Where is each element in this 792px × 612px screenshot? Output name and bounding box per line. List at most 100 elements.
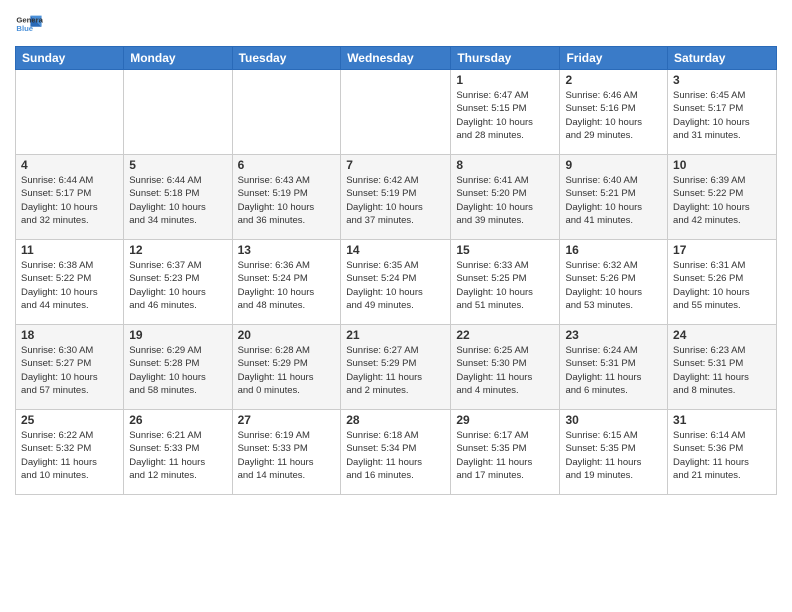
calendar-week-1: 1 Sunrise: 6:47 AM Sunset: 5:15 PM Daylig…: [16, 70, 777, 155]
calendar-header-row: SundayMondayTuesdayWednesdayThursdayFrid…: [16, 47, 777, 70]
svg-text:Blue: Blue: [16, 24, 33, 33]
day-info: Sunrise: 6:47 AM Sunset: 5:15 PM Dayligh…: [456, 89, 554, 142]
day-info: Sunrise: 6:41 AM Sunset: 5:20 PM Dayligh…: [456, 174, 554, 227]
logo-icon: General Blue: [15, 10, 43, 38]
day-info: Sunrise: 6:25 AM Sunset: 5:30 PM Dayligh…: [456, 344, 554, 397]
calendar-cell: 7 Sunrise: 6:42 AM Sunset: 5:19 PM Daylig…: [341, 155, 451, 240]
day-number: 19: [129, 328, 226, 342]
day-info: Sunrise: 6:23 AM Sunset: 5:31 PM Dayligh…: [673, 344, 771, 397]
day-number: 2: [565, 73, 662, 87]
day-number: 29: [456, 413, 554, 427]
day-number: 23: [565, 328, 662, 342]
calendar-cell: 6Sunrise: 6:43 AM Sunset: 5:19 PM Daylig…: [232, 155, 341, 240]
calendar-cell: 10Sunrise: 6:39 AM Sunset: 5:22 PM Dayli…: [668, 155, 777, 240]
day-number: 24: [673, 328, 771, 342]
calendar-cell: 27 Sunrise: 6:19 AM Sunset: 5:33 PM Dayli…: [232, 410, 341, 495]
calendar-cell: [341, 70, 451, 155]
calendar-cell: 29Sunrise: 6:17 AM Sunset: 5:35 PM Dayli…: [451, 410, 560, 495]
day-number: 22: [456, 328, 554, 342]
calendar-week-2: 4 Sunrise: 6:44 AM Sunset: 5:17 PM Daylig…: [16, 155, 777, 240]
calendar-cell: 17Sunrise: 6:31 AM Sunset: 5:26 PM Dayli…: [668, 240, 777, 325]
day-info: Sunrise: 6:45 AM Sunset: 5:17 PM Dayligh…: [673, 89, 771, 142]
day-number: 7: [346, 158, 445, 172]
day-number: 31: [673, 413, 771, 427]
calendar-header-friday: Friday: [560, 47, 668, 70]
day-number: 14: [346, 243, 445, 257]
calendar-cell: [124, 70, 232, 155]
day-info: Sunrise: 6:42 AM Sunset: 5:19 PM Dayligh…: [346, 174, 445, 227]
day-info: Sunrise: 6:40 AM Sunset: 5:21 PM Dayligh…: [565, 174, 662, 227]
calendar-cell: 31 Sunrise: 6:14 AM Sunset: 5:36 PM Dayli…: [668, 410, 777, 495]
calendar-cell: 18 Sunrise: 6:30 AM Sunset: 5:27 PM Dayli…: [16, 325, 124, 410]
calendar-cell: 9 Sunrise: 6:40 AM Sunset: 5:21 PM Daylig…: [560, 155, 668, 240]
day-number: 3: [673, 73, 771, 87]
calendar-cell: 16 Sunrise: 6:32 AM Sunset: 5:26 PM Dayli…: [560, 240, 668, 325]
day-info: Sunrise: 6:38 AM Sunset: 5:22 PM Dayligh…: [21, 259, 118, 312]
day-info: Sunrise: 6:19 AM Sunset: 5:33 PM Dayligh…: [238, 429, 336, 482]
svg-text:General: General: [16, 16, 43, 25]
calendar-cell: [16, 70, 124, 155]
day-info: Sunrise: 6:18 AM Sunset: 5:34 PM Dayligh…: [346, 429, 445, 482]
calendar-cell: 28 Sunrise: 6:18 AM Sunset: 5:34 PM Dayli…: [341, 410, 451, 495]
day-info: Sunrise: 6:37 AM Sunset: 5:23 PM Dayligh…: [129, 259, 226, 312]
calendar-cell: 13 Sunrise: 6:36 AM Sunset: 5:24 PM Dayli…: [232, 240, 341, 325]
day-number: 13: [238, 243, 336, 257]
calendar-cell: 8 Sunrise: 6:41 AM Sunset: 5:20 PM Daylig…: [451, 155, 560, 240]
day-info: Sunrise: 6:30 AM Sunset: 5:27 PM Dayligh…: [21, 344, 118, 397]
day-info: Sunrise: 6:29 AM Sunset: 5:28 PM Dayligh…: [129, 344, 226, 397]
day-info: Sunrise: 6:28 AM Sunset: 5:29 PM Dayligh…: [238, 344, 336, 397]
day-info: Sunrise: 6:31 AM Sunset: 5:26 PM Dayligh…: [673, 259, 771, 312]
calendar-cell: 25Sunrise: 6:22 AM Sunset: 5:32 PM Dayli…: [16, 410, 124, 495]
calendar-cell: 22 Sunrise: 6:25 AM Sunset: 5:30 PM Dayli…: [451, 325, 560, 410]
calendar-cell: 1 Sunrise: 6:47 AM Sunset: 5:15 PM Daylig…: [451, 70, 560, 155]
day-number: 18: [21, 328, 118, 342]
day-number: 11: [21, 243, 118, 257]
calendar-cell: 11 Sunrise: 6:38 AM Sunset: 5:22 PM Dayli…: [16, 240, 124, 325]
calendar-cell: 23 Sunrise: 6:24 AM Sunset: 5:31 PM Dayli…: [560, 325, 668, 410]
day-number: 12: [129, 243, 226, 257]
day-info: Sunrise: 6:24 AM Sunset: 5:31 PM Dayligh…: [565, 344, 662, 397]
calendar-week-4: 18 Sunrise: 6:30 AM Sunset: 5:27 PM Dayli…: [16, 325, 777, 410]
calendar-table: SundayMondayTuesdayWednesdayThursdayFrid…: [15, 46, 777, 495]
day-info: Sunrise: 6:33 AM Sunset: 5:25 PM Dayligh…: [456, 259, 554, 312]
day-number: 20: [238, 328, 336, 342]
day-number: 8: [456, 158, 554, 172]
calendar-header-thursday: Thursday: [451, 47, 560, 70]
calendar-cell: 3 Sunrise: 6:45 AM Sunset: 5:17 PM Daylig…: [668, 70, 777, 155]
day-info: Sunrise: 6:44 AM Sunset: 5:17 PM Dayligh…: [21, 174, 118, 227]
calendar-header-tuesday: Tuesday: [232, 47, 341, 70]
day-number: 21: [346, 328, 445, 342]
day-number: 30: [565, 413, 662, 427]
calendar-header-sunday: Sunday: [16, 47, 124, 70]
day-info: Sunrise: 6:46 AM Sunset: 5:16 PM Dayligh…: [565, 89, 662, 142]
calendar-cell: 5 Sunrise: 6:44 AM Sunset: 5:18 PM Daylig…: [124, 155, 232, 240]
calendar-cell: 20 Sunrise: 6:28 AM Sunset: 5:29 PM Dayli…: [232, 325, 341, 410]
calendar-cell: 12 Sunrise: 6:37 AM Sunset: 5:23 PM Dayli…: [124, 240, 232, 325]
day-number: 4: [21, 158, 118, 172]
calendar-header-wednesday: Wednesday: [341, 47, 451, 70]
day-info: Sunrise: 6:21 AM Sunset: 5:33 PM Dayligh…: [129, 429, 226, 482]
day-info: Sunrise: 6:36 AM Sunset: 5:24 PM Dayligh…: [238, 259, 336, 312]
day-info: Sunrise: 6:44 AM Sunset: 5:18 PM Dayligh…: [129, 174, 226, 227]
day-info: Sunrise: 6:27 AM Sunset: 5:29 PM Dayligh…: [346, 344, 445, 397]
day-number: 1: [456, 73, 554, 87]
day-number: 27: [238, 413, 336, 427]
calendar-header-monday: Monday: [124, 47, 232, 70]
page-header: General Blue: [15, 10, 777, 38]
calendar-cell: 14Sunrise: 6:35 AM Sunset: 5:24 PM Dayli…: [341, 240, 451, 325]
calendar-week-3: 11 Sunrise: 6:38 AM Sunset: 5:22 PM Dayli…: [16, 240, 777, 325]
calendar-cell: 26Sunrise: 6:21 AM Sunset: 5:33 PM Dayli…: [124, 410, 232, 495]
day-info: Sunrise: 6:14 AM Sunset: 5:36 PM Dayligh…: [673, 429, 771, 482]
day-number: 5: [129, 158, 226, 172]
day-number: 9: [565, 158, 662, 172]
day-info: Sunrise: 6:32 AM Sunset: 5:26 PM Dayligh…: [565, 259, 662, 312]
calendar-cell: 15Sunrise: 6:33 AM Sunset: 5:25 PM Dayli…: [451, 240, 560, 325]
calendar-cell: 21 Sunrise: 6:27 AM Sunset: 5:29 PM Dayli…: [341, 325, 451, 410]
day-number: 16: [565, 243, 662, 257]
logo: General Blue: [15, 10, 43, 38]
day-number: 28: [346, 413, 445, 427]
calendar-cell: 19 Sunrise: 6:29 AM Sunset: 5:28 PM Dayli…: [124, 325, 232, 410]
day-info: Sunrise: 6:15 AM Sunset: 5:35 PM Dayligh…: [565, 429, 662, 482]
day-info: Sunrise: 6:39 AM Sunset: 5:22 PM Dayligh…: [673, 174, 771, 227]
day-info: Sunrise: 6:43 AM Sunset: 5:19 PM Dayligh…: [238, 174, 336, 227]
